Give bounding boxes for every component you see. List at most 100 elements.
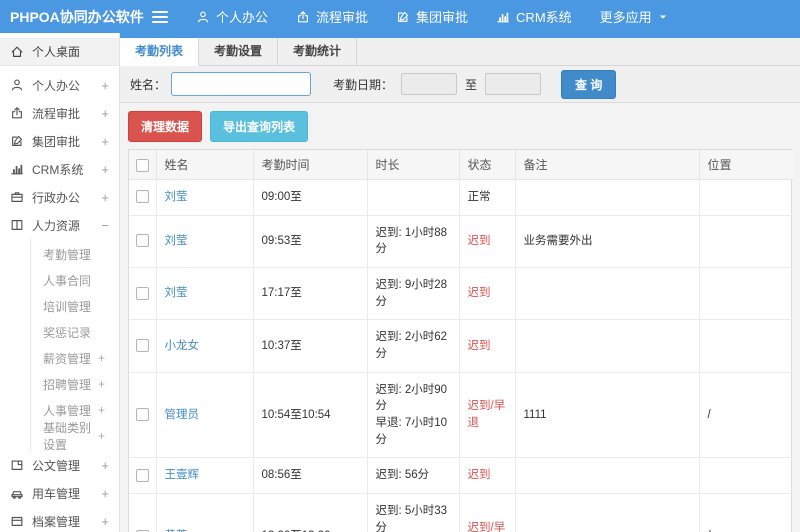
location bbox=[698, 179, 793, 216]
duration: 迟到: 2小时62分 bbox=[366, 319, 460, 373]
row-checkbox[interactable] bbox=[135, 190, 149, 204]
sidebar-subitem-4[interactable]: 薪资管理 + bbox=[31, 345, 119, 371]
sidebar-item-1[interactable]: 个人办公 + bbox=[0, 71, 119, 99]
select-all-checkbox[interactable] bbox=[135, 158, 149, 172]
nav-item-label: 个人办公 bbox=[216, 10, 269, 25]
attendance-time: 13:20至13:20 bbox=[252, 493, 368, 532]
expand-plus-icon[interactable]: + bbox=[98, 429, 105, 443]
tab-1[interactable]: 考勤设置 bbox=[199, 38, 279, 65]
sidebar-subitem-label: 奖惩记录 bbox=[43, 325, 92, 340]
nav-item-2[interactable]: 集团审批 bbox=[396, 7, 468, 26]
expand-plus-icon[interactable]: + bbox=[101, 458, 109, 473]
attendance-time: 10:37至 bbox=[252, 319, 368, 373]
expand-plus-icon[interactable]: + bbox=[98, 377, 105, 391]
top-navbar: PHPOA协同办公软件 个人办公 流程审批 集团审批 CRM系统 更多应用 bbox=[0, 0, 800, 33]
employee-name-link[interactable]: 刘莹 bbox=[165, 191, 188, 203]
sidebar-item-5[interactable]: 行政办公 + bbox=[0, 183, 119, 211]
hamburger-icon[interactable] bbox=[152, 10, 168, 23]
employee-name-link[interactable]: 管理员 bbox=[165, 409, 200, 421]
note: 1111 bbox=[514, 371, 700, 459]
export-list-button[interactable]: 导出查询列表 bbox=[210, 111, 309, 142]
name-input[interactable] bbox=[171, 72, 312, 96]
employee-name-link[interactable]: 刘莹 bbox=[165, 235, 188, 247]
tab-0[interactable]: 考勤列表 bbox=[120, 38, 200, 66]
person-icon bbox=[10, 78, 24, 92]
sidebar-item-4[interactable]: CRM系统 + bbox=[0, 155, 119, 183]
flow-icon bbox=[296, 10, 310, 24]
edit-icon bbox=[10, 134, 24, 148]
column-header-4: 备注 bbox=[514, 150, 700, 180]
nav-item-0[interactable]: 个人办公 bbox=[196, 7, 268, 26]
employee-name-link[interactable]: 小龙女 bbox=[165, 340, 200, 352]
sidebar-subitem-label: 考勤管理 bbox=[43, 247, 92, 262]
location: / bbox=[698, 371, 793, 459]
car-icon bbox=[10, 486, 24, 500]
expand-plus-icon[interactable]: + bbox=[101, 162, 109, 177]
sidebar-subitem-2[interactable]: 培训管理 bbox=[31, 293, 119, 319]
navbar-menu: 个人办公 流程审批 集团审批 CRM系统 更多应用 bbox=[196, 7, 696, 26]
table-row: 黄蓉13:20至13:20迟到: 5小时33分早退: 4小时67分迟到/早退/ bbox=[129, 493, 793, 532]
sidebar-item-7[interactable]: 公文管理 + bbox=[0, 451, 119, 479]
expand-plus-icon[interactable]: + bbox=[101, 190, 109, 205]
expand-plus-icon[interactable]: + bbox=[98, 351, 105, 365]
sidebar-item-label: 流程审批 bbox=[32, 106, 81, 121]
duration: 迟到: 56分 bbox=[366, 457, 460, 495]
sidebar-item-label: 公文管理 bbox=[32, 458, 81, 473]
edit-icon bbox=[396, 10, 410, 24]
nav-item-3[interactable]: CRM系统 bbox=[496, 7, 572, 26]
sidebar-subitem-1[interactable]: 人事合同 bbox=[31, 267, 119, 293]
row-checkbox[interactable] bbox=[135, 339, 149, 353]
note bbox=[514, 267, 700, 321]
sidebar-item-3[interactable]: 集团审批 + bbox=[0, 127, 119, 155]
employee-name-link[interactable]: 刘莹 bbox=[165, 287, 188, 299]
status: 迟到 bbox=[458, 319, 516, 373]
archive-icon bbox=[10, 514, 24, 528]
sidebar-item-2[interactable]: 流程审批 + bbox=[0, 99, 119, 127]
tab-2[interactable]: 考勤统计 bbox=[278, 38, 358, 65]
sidebar-item-6[interactable]: 人力资源 − bbox=[0, 211, 119, 239]
expand-plus-icon[interactable]: + bbox=[101, 514, 109, 529]
note bbox=[514, 493, 700, 532]
sidebar-item-0[interactable]: 个人桌面 bbox=[0, 38, 119, 66]
sidebar-subitem-label: 薪资管理 bbox=[43, 351, 92, 366]
duration bbox=[366, 179, 460, 216]
briefcase-icon bbox=[10, 190, 24, 204]
nav-item-4[interactable]: 更多应用 bbox=[600, 7, 668, 26]
search-button[interactable]: 查 询 bbox=[561, 69, 617, 99]
clean-data-button[interactable]: 清理数据 bbox=[128, 111, 203, 142]
column-header-5: 位置 bbox=[698, 150, 793, 180]
date-from-input[interactable] bbox=[401, 73, 458, 95]
doc-icon bbox=[10, 458, 24, 472]
expand-plus-icon[interactable]: + bbox=[101, 106, 109, 121]
sidebar-subitem-3[interactable]: 奖惩记录 bbox=[31, 319, 119, 345]
sidebar-subitem-5[interactable]: 招聘管理 + bbox=[31, 371, 119, 397]
attendance-time: 09:53至 bbox=[252, 214, 368, 269]
sidebar-subitem-0[interactable]: 考勤管理 bbox=[31, 241, 119, 267]
sidebar-subitem-7[interactable]: 基础类别设置 + bbox=[31, 421, 119, 452]
status: 迟到/早退 bbox=[458, 493, 516, 532]
note: 业务需要外出 bbox=[514, 214, 700, 269]
column-header-3: 状态 bbox=[458, 150, 516, 180]
filter-bar: 姓名： 考勤日期： 至 查 询 bbox=[120, 66, 800, 103]
expand-plus-icon[interactable]: + bbox=[101, 134, 109, 149]
date-to-input[interactable] bbox=[485, 73, 542, 95]
employee-name-link[interactable]: 王壹辉 bbox=[165, 469, 200, 481]
location bbox=[698, 267, 793, 321]
row-checkbox[interactable] bbox=[135, 468, 149, 482]
nav-item-label: 集团审批 bbox=[416, 10, 469, 25]
row-checkbox[interactable] bbox=[135, 234, 149, 248]
duration: 迟到: 2小时90分 早退: 7小时10分 bbox=[366, 371, 460, 459]
row-checkbox[interactable] bbox=[135, 286, 149, 300]
row-checkbox[interactable] bbox=[135, 408, 149, 422]
expand-plus-icon[interactable]: + bbox=[98, 403, 105, 417]
sidebar-item-8[interactable]: 用车管理 + bbox=[0, 479, 119, 507]
location: / bbox=[698, 493, 793, 532]
expand-plus-icon[interactable]: + bbox=[101, 486, 109, 501]
collapse-minus-icon[interactable]: − bbox=[101, 218, 109, 233]
sidebar-subitem-label: 培训管理 bbox=[43, 299, 92, 314]
note bbox=[514, 179, 700, 216]
sidebar-item-label: 个人桌面 bbox=[32, 45, 81, 59]
sidebar-item-9[interactable]: 档案管理 + bbox=[0, 507, 119, 532]
nav-item-1[interactable]: 流程审批 bbox=[296, 7, 368, 26]
expand-plus-icon[interactable]: + bbox=[101, 78, 109, 93]
